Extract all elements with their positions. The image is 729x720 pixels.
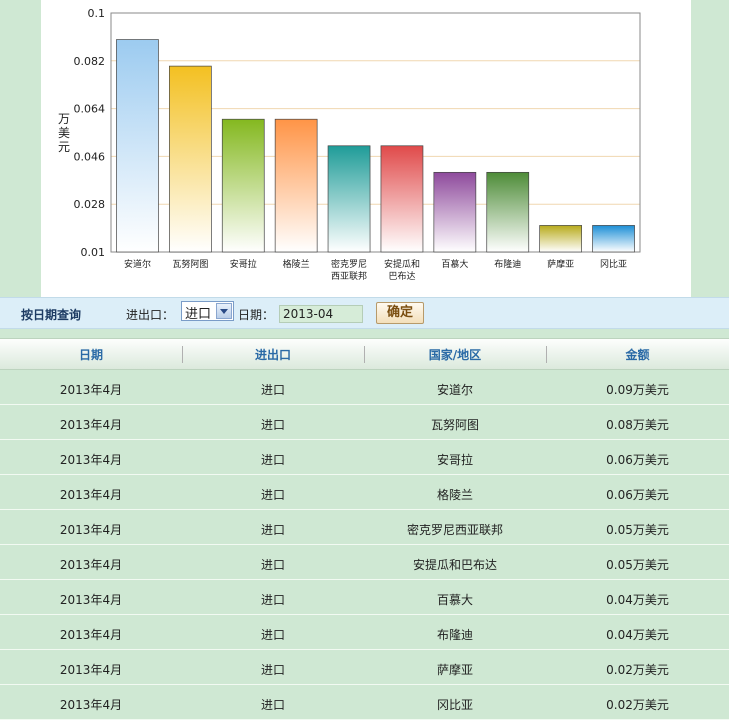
cell-country: 安提瓜和巴布达 xyxy=(412,558,497,572)
table-row: 2013年4月 进口 安提瓜和巴布达 0.05万美元 xyxy=(0,545,729,580)
filter-bar: 按日期查询 进出口： 进口 日期： 2013-04 确定 xyxy=(0,297,729,329)
cell-amount: 0.05万美元 xyxy=(606,558,669,572)
table-row: 2013年4月 进口 密克罗尼西亚联邦 0.05万美元 xyxy=(0,510,729,545)
bar[interactable] xyxy=(433,171,477,253)
cell-country: 布隆迪 xyxy=(436,628,473,642)
cell-io: 进口 xyxy=(260,523,285,537)
cell-date: 2013年4月 xyxy=(59,488,123,502)
cell-date: 2013年4月 xyxy=(59,523,123,537)
y-tick-label: 0.1 xyxy=(88,7,106,20)
chevron-down-icon[interactable] xyxy=(216,303,232,319)
filter-title: 按日期查询 xyxy=(21,308,82,322)
table-row: 2013年4月 进口 百慕大 0.04万美元 xyxy=(0,580,729,615)
x-tick-label: 布隆迪 xyxy=(494,258,521,270)
date-input[interactable]: 2013-04 xyxy=(279,305,363,323)
io-select[interactable]: 进口 xyxy=(181,301,234,322)
bar[interactable] xyxy=(592,225,635,253)
table-row: 2013年4月 进口 瓦努阿图 0.08万美元 xyxy=(0,405,729,440)
cell-country: 萨摩亚 xyxy=(436,663,473,677)
bar-chart: 0.1 0.082 0.064 0.046 0.028 0.01 万美元安道尔 瓦努阿图 安哥拉… xyxy=(58,7,641,282)
x-tick-label: 瓦努阿图 xyxy=(172,258,208,270)
cell-amount: 0.06万美元 xyxy=(606,488,669,502)
bar[interactable] xyxy=(169,65,212,253)
table-row: 2013年4月 进口 安哥拉 0.06万美元 xyxy=(0,440,729,475)
cell-country: 瓦努阿图 xyxy=(430,418,479,432)
cell-country: 格陵兰 xyxy=(436,488,473,502)
cell-date: 2013年4月 xyxy=(59,453,123,467)
cell-io: 进口 xyxy=(260,488,285,502)
cell-country: 百慕大 xyxy=(436,593,473,607)
cell-amount: 0.09万美元 xyxy=(606,383,669,397)
header-date: 日期 xyxy=(78,348,103,362)
cell-amount: 0.04万美元 xyxy=(606,628,669,642)
io-select-value: 进口 xyxy=(185,307,212,322)
io-label: 进出口： xyxy=(126,308,175,322)
cell-country: 冈比亚 xyxy=(436,698,473,712)
cell-io: 进口 xyxy=(260,593,285,607)
x-tick-label: 冈比亚 xyxy=(600,258,627,270)
table-row: 2013年4月 进口 萨摩亚 0.02万美元 xyxy=(0,650,729,685)
cell-country: 安道尔 xyxy=(436,383,473,397)
y-tick-label: 0.01 xyxy=(81,246,106,259)
bar[interactable] xyxy=(486,171,530,253)
cell-amount: 0.04万美元 xyxy=(606,593,669,607)
confirm-button[interactable]: 确定 xyxy=(376,302,424,324)
cell-io: 进口 xyxy=(260,453,285,467)
cell-date: 2013年4月 xyxy=(59,628,123,642)
cell-io: 进口 xyxy=(260,383,285,397)
y-tick-label: 0.028 xyxy=(74,198,106,211)
y-tick-label: 0.064 xyxy=(74,103,106,116)
cell-amount: 0.02万美元 xyxy=(606,698,669,712)
x-tick-label: 百慕大 xyxy=(441,258,468,270)
x-tick-label: 密克罗尼西亚联邦 xyxy=(331,258,367,282)
bar[interactable] xyxy=(274,118,318,253)
header-amount: 金额 xyxy=(625,348,650,362)
cell-date: 2013年4月 xyxy=(59,383,123,397)
header-io: 进出口 xyxy=(254,348,291,362)
cell-date: 2013年4月 xyxy=(59,418,123,432)
cell-io: 进口 xyxy=(260,698,285,712)
table-body: 2013年4月 进口 安道尔 0.09万美元 2013年4月 进口 瓦努阿图 0.08万美元 2… xyxy=(0,370,729,720)
bar[interactable] xyxy=(380,145,424,253)
data-table: 日期 进出口 国家/地区 金额 2013年4月 进口 安道尔 0.09万美元 2013年… xyxy=(0,338,729,720)
bar[interactable] xyxy=(221,118,265,253)
cell-amount: 0.02万美元 xyxy=(606,663,669,677)
y-tick-label: 0.082 xyxy=(74,55,106,68)
cell-io: 进口 xyxy=(260,418,285,432)
table-row: 2013年4月 进口 布隆迪 0.04万美元 xyxy=(0,615,729,650)
table-row: 2013年4月 进口 安道尔 0.09万美元 xyxy=(0,370,729,405)
x-tick-label: 安道尔 xyxy=(124,258,151,270)
x-tick-label: 格陵兰 xyxy=(283,258,310,270)
y-tick-label: 0.046 xyxy=(74,150,106,163)
bar[interactable] xyxy=(327,145,371,253)
cell-date: 2013年4月 xyxy=(59,593,123,607)
cell-amount: 0.06万美元 xyxy=(606,453,669,467)
y-axis-label: 万美元 xyxy=(58,112,70,154)
cell-amount: 0.05万美元 xyxy=(606,523,669,537)
header-country: 国家/地区 xyxy=(428,348,482,362)
x-tick-label: 萨摩亚 xyxy=(547,258,574,270)
x-tick-label: 安提瓜和巴布达 xyxy=(384,258,420,282)
cell-amount: 0.08万美元 xyxy=(606,418,669,432)
cell-io: 进口 xyxy=(260,628,285,642)
cell-country: 密克罗尼西亚联邦 xyxy=(406,523,503,537)
table-row: 2013年4月 进口 格陵兰 0.06万美元 xyxy=(0,475,729,510)
table-row: 2013年4月 进口 冈比亚 0.02万美元 xyxy=(0,685,729,720)
cell-date: 2013年4月 xyxy=(59,663,123,677)
date-label: 日期： xyxy=(238,308,275,322)
cell-io: 进口 xyxy=(260,663,285,677)
bar[interactable] xyxy=(116,39,159,253)
cell-io: 进口 xyxy=(260,558,285,572)
cell-date: 2013年4月 xyxy=(59,698,123,712)
table-header: 日期 进出口 国家/地区 金额 xyxy=(0,338,729,370)
cell-country: 安哥拉 xyxy=(436,453,473,467)
x-tick-label: 安哥拉 xyxy=(230,258,257,270)
chart-panel: 0.1 0.082 0.064 0.046 0.028 0.01 万美元安道尔 瓦努阿图 安哥拉… xyxy=(41,0,691,297)
bar[interactable] xyxy=(539,225,582,253)
cell-date: 2013年4月 xyxy=(59,558,123,572)
